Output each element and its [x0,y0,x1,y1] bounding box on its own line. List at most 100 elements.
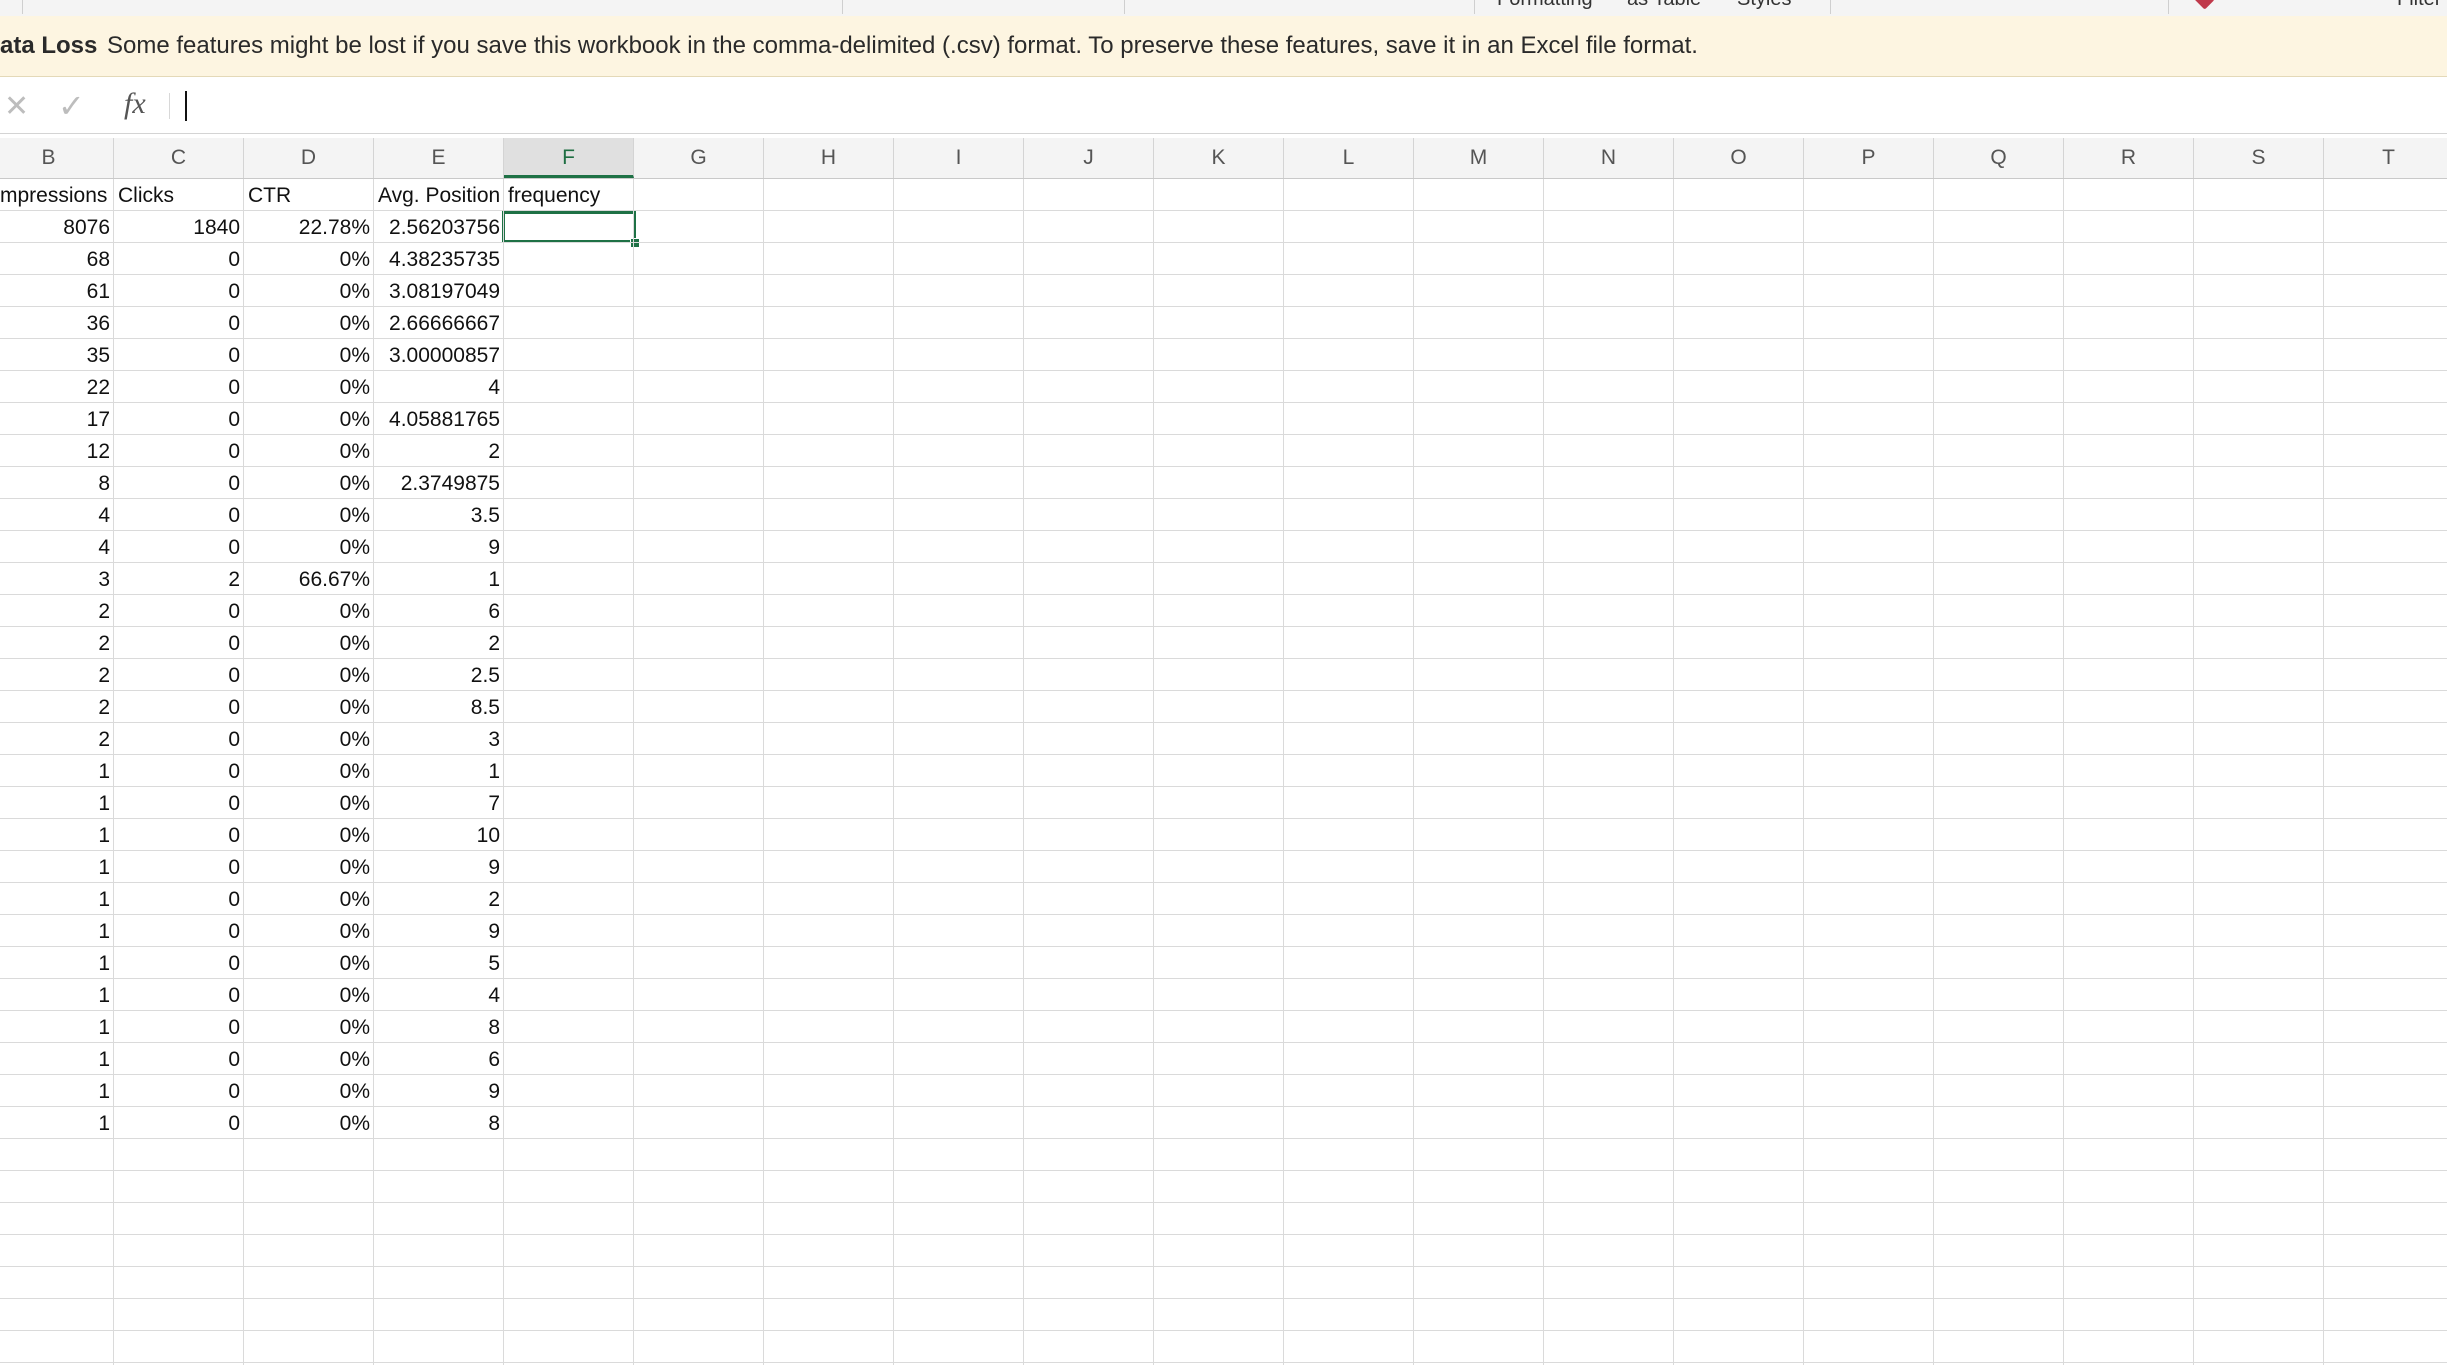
data-cell[interactable]: 8 [374,1011,504,1043]
column-header-f[interactable]: F [504,138,634,178]
data-cell[interactable]: 1 [0,787,114,819]
data-cell[interactable]: 0 [114,243,244,275]
data-cell[interactable]: 0% [244,691,374,723]
formula-input[interactable] [180,87,2434,125]
data-cell[interactable]: 12 [0,435,114,467]
data-cell[interactable]: 7 [374,787,504,819]
data-cell[interactable]: 9 [374,851,504,883]
data-cell[interactable]: 0% [244,1043,374,1075]
data-cell[interactable]: 0% [244,339,374,371]
data-cell[interactable]: 1 [0,1075,114,1107]
data-cell[interactable]: 0% [244,787,374,819]
ribbon-format-as-table-label[interactable]: Formatting [1497,0,1593,11]
data-cell[interactable]: 0% [244,435,374,467]
data-cell[interactable]: 0 [114,467,244,499]
data-cell[interactable]: 0% [244,851,374,883]
data-cell[interactable]: 2.3749875 [374,467,504,499]
ribbon-diamond-icon[interactable] [2193,0,2215,10]
data-cell[interactable]: 2 [0,627,114,659]
data-cell[interactable]: 0 [114,339,244,371]
data-cell[interactable]: 0 [114,979,244,1011]
data-cell[interactable]: 1 [0,851,114,883]
data-cell[interactable]: 0% [244,1011,374,1043]
data-cell[interactable]: 0% [244,627,374,659]
column-header-g[interactable]: G [634,138,764,178]
data-cell[interactable]: 0% [244,1075,374,1107]
data-cell[interactable]: 1 [0,1043,114,1075]
spreadsheet-grid[interactable]: mpressions Clicks CTR Avg. Position frequenc… [0,179,2447,1365]
data-cell[interactable]: 0 [114,947,244,979]
column-header-e[interactable]: E [374,138,504,178]
data-cell[interactable]: 1 [374,563,504,595]
data-cell[interactable]: 2 [0,659,114,691]
data-cell[interactable]: 6 [374,1043,504,1075]
data-cell[interactable]: 0% [244,659,374,691]
data-cell[interactable]: 0% [244,403,374,435]
data-cell[interactable]: 1 [0,915,114,947]
data-cell[interactable]: 17 [0,403,114,435]
column-header-s[interactable]: S [2194,138,2324,178]
data-cell[interactable]: 0% [244,595,374,627]
data-cell[interactable]: 4.38235735 [374,243,504,275]
column-header-l[interactable]: L [1284,138,1414,178]
data-cell[interactable]: 0% [244,883,374,915]
data-cell[interactable]: 0 [114,595,244,627]
data-cell[interactable]: 0 [114,691,244,723]
data-cell[interactable]: 35 [0,339,114,371]
data-cell[interactable]: 0% [244,275,374,307]
close-icon[interactable]: ✕ [4,89,29,124]
data-cell[interactable]: 2 [374,435,504,467]
data-cell[interactable]: 0 [114,499,244,531]
check-icon[interactable]: ✓ [58,87,85,125]
data-cell[interactable]: 1 [0,1107,114,1139]
data-cell[interactable]: 4.05881765 [374,403,504,435]
data-cell[interactable]: 0% [244,979,374,1011]
data-cell[interactable]: 0% [244,819,374,851]
data-cell[interactable]: 0 [114,787,244,819]
data-cell[interactable]: 0 [114,307,244,339]
data-cell[interactable]: 8 [374,1107,504,1139]
header-cell[interactable]: CTR [244,179,374,211]
data-cell[interactable]: 0% [244,755,374,787]
column-header-h[interactable]: H [764,138,894,178]
data-cell[interactable]: 0 [114,723,244,755]
data-cell[interactable]: 8.5 [374,691,504,723]
column-header-c[interactable]: C [114,138,244,178]
data-cell[interactable]: 1 [0,1011,114,1043]
data-cell[interactable]: 2.66666667 [374,307,504,339]
column-header-m[interactable]: M [1414,138,1544,178]
column-header-p[interactable]: P [1804,138,1934,178]
data-cell[interactable]: 1 [374,755,504,787]
data-cell[interactable]: 36 [0,307,114,339]
data-cell[interactable]: 4 [0,531,114,563]
header-cell[interactable]: Avg. Position [374,179,504,211]
data-cell[interactable]: 8076 [0,211,114,243]
data-cell[interactable]: 4 [374,371,504,403]
column-header-o[interactable]: O [1674,138,1804,178]
data-cell[interactable]: 2.5 [374,659,504,691]
data-cell[interactable]: 0 [114,1043,244,1075]
data-cell[interactable]: 1840 [114,211,244,243]
data-cell[interactable]: 0 [114,403,244,435]
header-cell[interactable]: mpressions [0,179,114,211]
column-header-r[interactable]: R [2064,138,2194,178]
data-cell[interactable]: 0% [244,467,374,499]
data-cell[interactable]: 2 [0,595,114,627]
column-header-n[interactable]: N [1544,138,1674,178]
data-cell[interactable]: 5 [374,947,504,979]
data-cell[interactable]: 9 [374,1075,504,1107]
data-cell[interactable]: 0 [114,1075,244,1107]
data-cell[interactable]: 0% [244,723,374,755]
ribbon-filter-label[interactable]: Filter [2397,0,2441,11]
data-cell[interactable]: 0 [114,435,244,467]
data-cell[interactable]: 3.5 [374,499,504,531]
data-cell[interactable]: 66.67% [244,563,374,595]
data-cell[interactable]: 1 [0,755,114,787]
fill-handle[interactable] [630,238,640,248]
data-cell[interactable]: 0% [244,915,374,947]
data-cell[interactable]: 0% [244,499,374,531]
data-cell[interactable]: 0 [114,883,244,915]
active-cell-selection[interactable] [502,211,636,243]
data-cell[interactable]: 61 [0,275,114,307]
data-cell[interactable]: 1 [0,947,114,979]
